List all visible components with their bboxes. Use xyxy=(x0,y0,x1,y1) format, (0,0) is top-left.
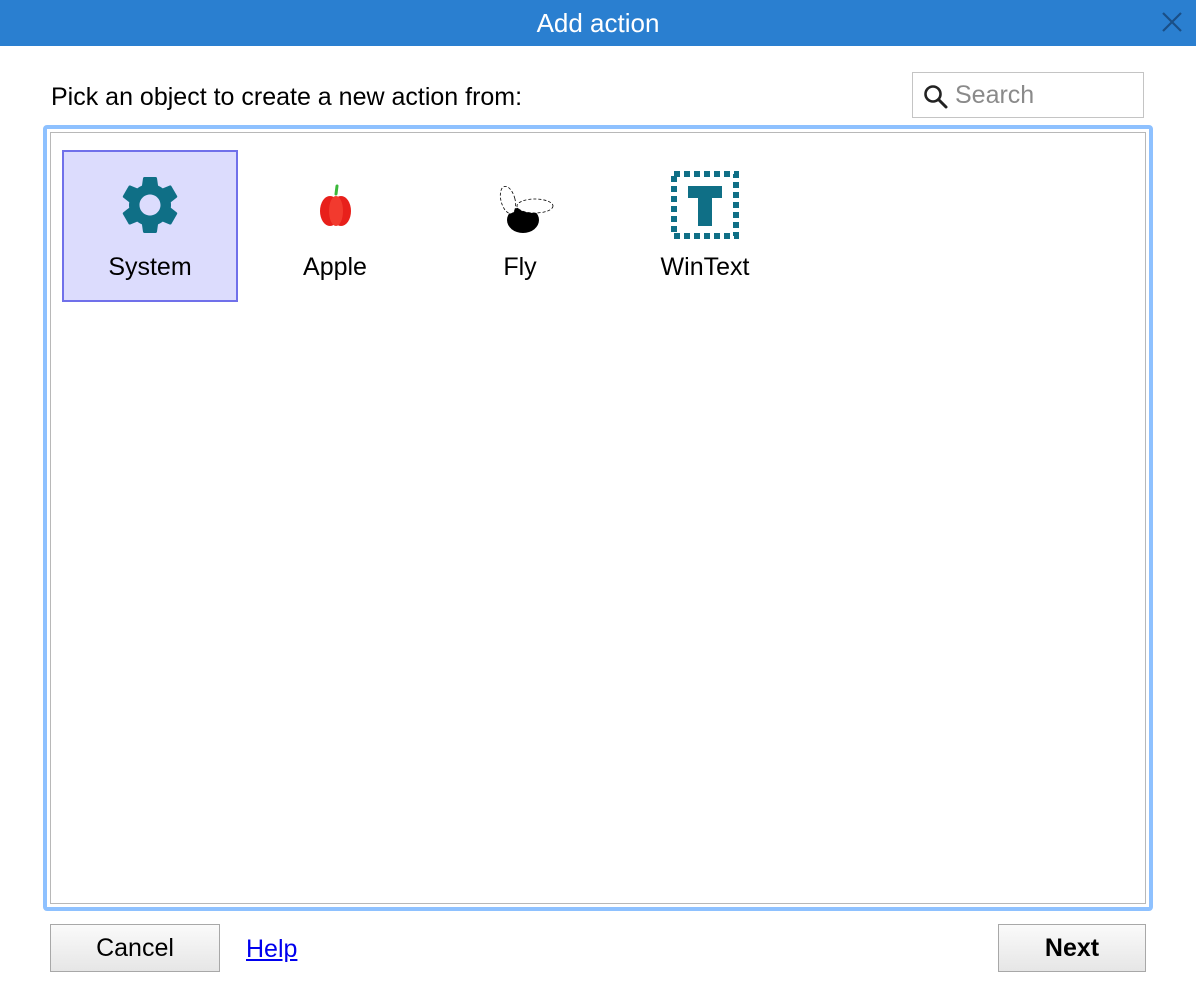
search-input[interactable] xyxy=(955,79,1135,111)
next-button[interactable]: Next xyxy=(998,924,1146,972)
help-link[interactable]: Help xyxy=(246,934,297,964)
object-list: System Apple Fly WinText xyxy=(43,125,1153,911)
object-item-apple[interactable]: Apple xyxy=(247,150,423,302)
object-list-area: System Apple Fly WinText xyxy=(50,132,1146,904)
wintext-icon xyxy=(671,171,739,239)
apple-icon xyxy=(320,184,351,226)
object-item-fly[interactable]: Fly xyxy=(432,150,608,302)
object-label: WinText xyxy=(660,253,750,281)
object-label: Apple xyxy=(303,253,367,281)
gear-icon xyxy=(122,176,178,233)
search-box[interactable] xyxy=(912,72,1144,118)
search-icon xyxy=(924,85,948,109)
cancel-button[interactable]: Cancel xyxy=(50,924,220,972)
object-item-system[interactable]: System xyxy=(62,150,238,302)
object-item-wintext[interactable]: WinText xyxy=(617,150,793,302)
instruction-label: Pick an object to create a new action fr… xyxy=(51,83,523,111)
object-label: System xyxy=(108,253,192,281)
title-bar: Add action xyxy=(0,0,1196,46)
object-label: Fly xyxy=(503,253,537,281)
window-title: Add action xyxy=(536,8,660,38)
close-icon[interactable] xyxy=(1158,8,1186,36)
fly-icon xyxy=(499,185,554,233)
